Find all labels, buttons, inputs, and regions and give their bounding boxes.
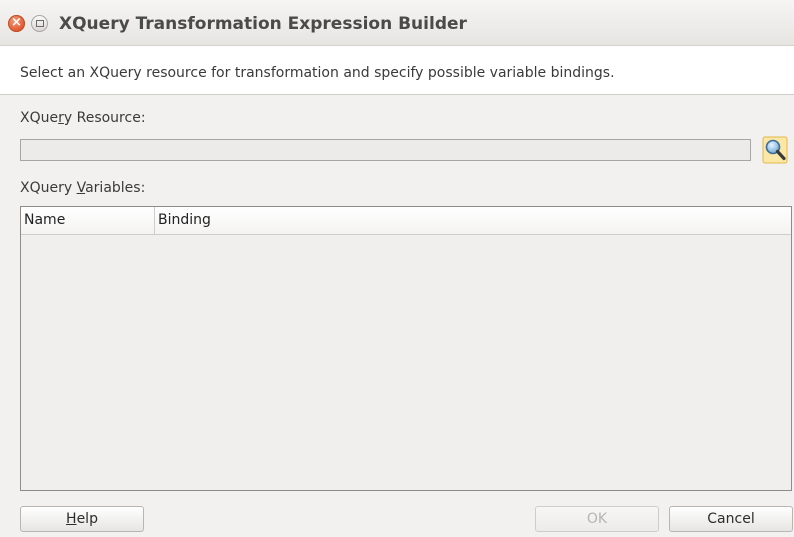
title-bar: XQuery Transformation Expression Builder <box>0 0 794 46</box>
column-header-name[interactable]: Name <box>21 207 155 234</box>
ok-button[interactable]: OK <box>535 506 659 532</box>
window-title: XQuery Transformation Expression Builder <box>59 14 467 34</box>
table-header: Name Binding <box>21 207 791 235</box>
close-icon[interactable] <box>8 14 25 32</box>
variables-table[interactable]: Name Binding <box>20 206 792 491</box>
browse-resource-button[interactable] <box>762 136 788 164</box>
xquery-resource-input[interactable] <box>20 139 751 161</box>
cancel-button[interactable]: Cancel <box>669 506 793 532</box>
description-text: Select an XQuery resource for transforma… <box>20 65 615 81</box>
search-icon <box>762 136 788 164</box>
maximize-icon[interactable] <box>31 15 48 32</box>
xquery-variables-label: XQuery Variables: <box>20 180 146 196</box>
column-header-binding[interactable]: Binding <box>155 207 791 234</box>
description-panel: Select an XQuery resource for transforma… <box>0 46 794 95</box>
xquery-resource-label: XQuery Resource: <box>20 110 146 126</box>
help-button[interactable]: Help <box>20 506 144 532</box>
